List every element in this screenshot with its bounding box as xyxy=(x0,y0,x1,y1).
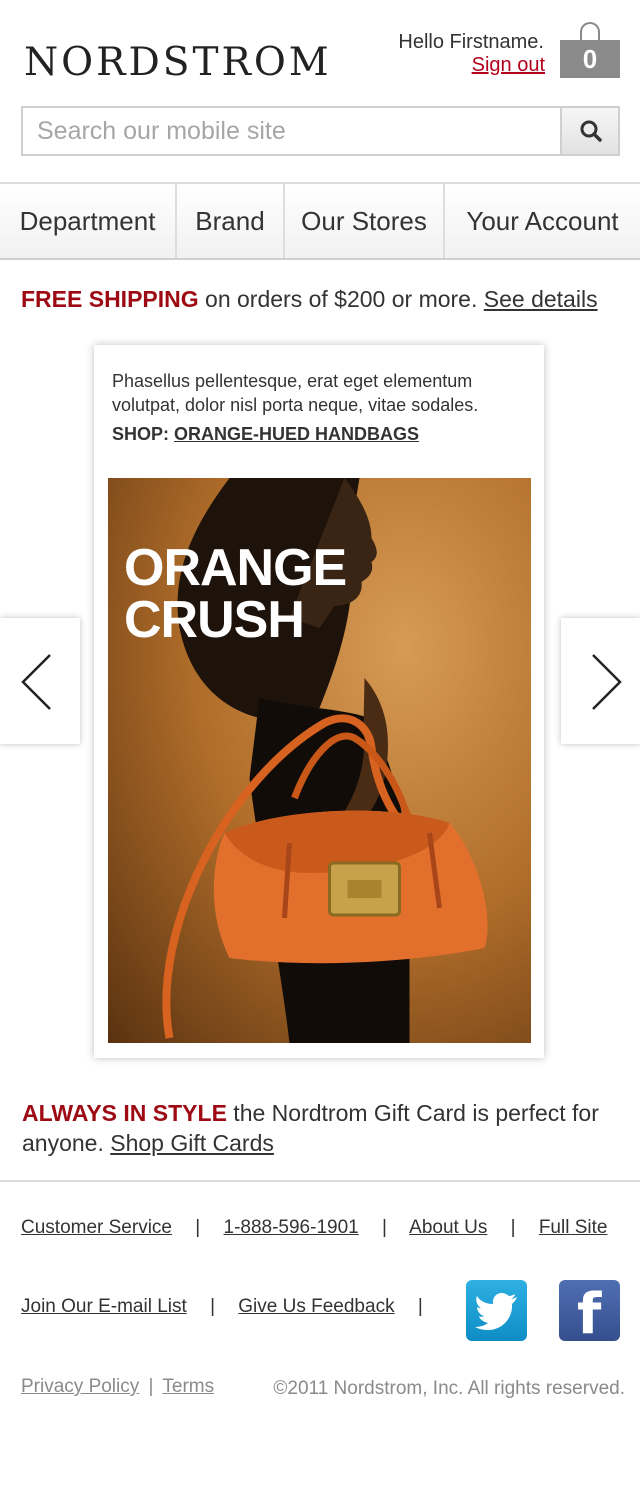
orange-handbags-link[interactable]: ORANGE-HUED HANDBAGS xyxy=(174,424,419,444)
see-details-link[interactable]: See details xyxy=(484,286,598,312)
feature-card: Phasellus pellentesque, erat eget elemen… xyxy=(94,345,544,1058)
facebook-button[interactable]: f xyxy=(559,1280,620,1347)
full-site-link[interactable]: Full Site xyxy=(539,1217,608,1238)
nordstrom-logo[interactable]: NORDSTROM xyxy=(24,40,332,85)
free-shipping-promo: FREE SHIPPING on orders of $200 or more.… xyxy=(21,286,598,313)
feature-shop-line: SHOP: ORANGE-HUED HANDBAGS xyxy=(112,424,419,445)
promo-highlight: FREE SHIPPING xyxy=(21,286,199,312)
gift-card-promo: ALWAYS IN STYLE the Nordtrom Gift Card i… xyxy=(22,1098,622,1158)
footer-separator: | xyxy=(510,1217,516,1238)
footer-separator: | xyxy=(382,1217,387,1238)
customer-service-link[interactable]: Customer Service xyxy=(21,1217,172,1238)
email-list-link[interactable]: Join Our E-mail List xyxy=(21,1296,187,1317)
nav-your-account[interactable]: Your Account xyxy=(445,184,640,258)
shop-gift-cards-link[interactable]: Shop Gift Cards xyxy=(110,1130,274,1156)
footer-links-row-2: Join Our E-mail List | Give Us Feedback … xyxy=(21,1296,441,1318)
search-icon xyxy=(580,120,602,142)
nav-brand[interactable]: Brand xyxy=(177,184,285,258)
nav-our-stores[interactable]: Our Stores xyxy=(285,184,445,258)
main-nav: Department Brand Our Stores Your Account xyxy=(0,182,640,260)
phone-link[interactable]: 1-888-596-1901 xyxy=(224,1217,359,1238)
hero-headline-line2: CRUSH xyxy=(124,591,305,649)
twitter-button[interactable] xyxy=(466,1280,527,1341)
hero-headline-line1: ORANGE xyxy=(124,539,347,597)
search-input[interactable] xyxy=(23,108,561,154)
greeting-text: Hello Firstname. xyxy=(398,31,544,53)
promo-text: on orders of $200 or more. xyxy=(198,286,484,312)
carousel-next-button[interactable] xyxy=(561,618,640,744)
footer-links-row-1: Customer Service | 1-888-596-1901 | Abou… xyxy=(21,1217,607,1239)
cart-count: 0 xyxy=(560,40,620,78)
legal-separator: | xyxy=(148,1376,154,1397)
sign-out-link[interactable]: Sign out xyxy=(472,54,545,77)
search-bar xyxy=(21,106,620,156)
shop-label: SHOP: xyxy=(112,424,175,444)
about-us-link[interactable]: About Us xyxy=(409,1217,487,1238)
feedback-link[interactable]: Give Us Feedback xyxy=(238,1296,394,1317)
hero-headline: ORANGE CRUSH xyxy=(124,539,347,649)
header: NORDSTROM Hello Firstname. Sign out 0 xyxy=(0,0,640,182)
facebook-icon: f xyxy=(577,1282,602,1347)
feature-description: Phasellus pellentesque, erat eget elemen… xyxy=(112,371,479,415)
chevron-right-icon xyxy=(592,654,622,710)
footer-divider xyxy=(0,1180,640,1182)
shopping-bag-button[interactable]: 0 xyxy=(560,22,620,78)
footer-separator: | xyxy=(210,1296,215,1317)
terms-link[interactable]: Terms xyxy=(162,1376,214,1397)
footer-separator: | xyxy=(417,1296,423,1317)
privacy-policy-link[interactable]: Privacy Policy xyxy=(21,1376,139,1397)
hero-image[interactable]: ORANGE CRUSH xyxy=(108,478,531,1043)
copyright-text: ©2011 Nordstrom, Inc. All rights reserve… xyxy=(273,1378,625,1399)
legal-links: Privacy Policy | Terms xyxy=(21,1376,214,1398)
carousel-prev-button[interactable] xyxy=(0,618,80,744)
gift-highlight: ALWAYS IN STYLE xyxy=(22,1100,227,1126)
chevron-left-icon xyxy=(21,654,51,710)
twitter-icon xyxy=(475,1293,517,1330)
search-button[interactable] xyxy=(560,108,618,154)
nav-department[interactable]: Department xyxy=(0,184,177,258)
footer-separator: | xyxy=(195,1217,201,1238)
